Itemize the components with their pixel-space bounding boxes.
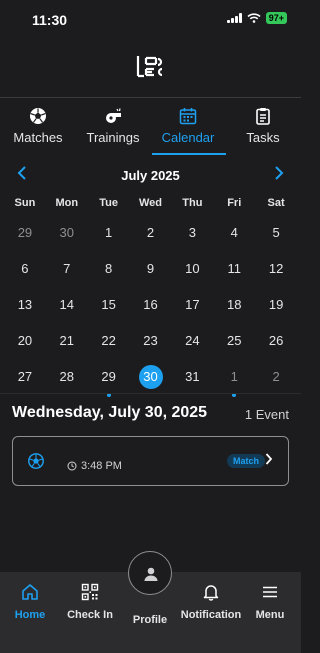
calendar-day[interactable]: 29: [4, 220, 46, 256]
calendar-day[interactable]: 9: [130, 256, 172, 292]
calendar-day[interactable]: 14: [46, 292, 88, 328]
tab-calendar-label: Calendar: [161, 130, 215, 145]
calendar-day[interactable]: 17: [171, 292, 213, 328]
whistle-icon: [106, 108, 121, 123]
calendar-day[interactable]: 31: [171, 364, 213, 400]
nav-profile-label: Profile: [132, 614, 168, 626]
nav-check-in-label: Check In: [67, 609, 113, 621]
status-time: 11:30: [32, 12, 68, 28]
nav-home-label: Home: [14, 609, 46, 621]
calendar-day[interactable]: 18: [213, 292, 255, 328]
event-count: 1 Event: [244, 407, 289, 422]
tab-matches[interactable]: Matches: [8, 106, 68, 145]
calendar-week: 27 28 29 30 31 1 2: [4, 364, 297, 400]
clipboard-icon: [256, 108, 270, 125]
tab-bar: Matches Trainings Calendar Tasks: [0, 106, 301, 156]
calendar-day-selected[interactable]: 30: [130, 364, 172, 400]
calendar-icon: [179, 108, 197, 125]
weekday-label: Thu: [182, 197, 203, 209]
calendar-day[interactable]: 2: [255, 364, 297, 400]
chevron-right-icon: [265, 452, 273, 469]
nav-menu[interactable]: Menu: [240, 582, 300, 621]
calendar-day[interactable]: 25: [213, 328, 255, 364]
clock-icon: [67, 461, 77, 471]
bell-icon: [203, 585, 219, 601]
wifi-icon: [247, 13, 261, 23]
calendar-day[interactable]: 23: [130, 328, 172, 364]
nav-notification[interactable]: Notification: [180, 582, 242, 621]
next-month-button[interactable]: [274, 166, 284, 185]
weekday-label: Fri: [227, 197, 242, 209]
active-tab-indicator: [152, 153, 226, 155]
nav-profile[interactable]: Profile: [120, 607, 180, 626]
calendar-day[interactable]: 24: [171, 328, 213, 364]
header-divider: [0, 97, 301, 98]
battery-indicator: 97+: [265, 12, 287, 24]
event-card[interactable]: 3:48 PM Match: [12, 436, 289, 486]
calendar-day[interactable]: 26: [255, 328, 297, 364]
calendar-day[interactable]: 10: [171, 256, 213, 292]
calendar-day[interactable]: 7: [46, 256, 88, 292]
calendar-week: 29 30 1 2 3 4 5: [4, 220, 297, 256]
status-bar: 11:30 97+: [0, 0, 301, 40]
calendar-week: 13 14 15 16 17 18 19: [4, 292, 297, 328]
calendar-day[interactable]: 30: [46, 220, 88, 256]
soccer-ball-icon: [30, 108, 46, 124]
profile-button[interactable]: [128, 551, 172, 595]
weekday-label: Sat: [267, 197, 285, 209]
calendar-day[interactable]: 1: [88, 220, 130, 256]
calendar-week: 6 7 8 9 10 11 12: [4, 256, 297, 292]
calendar-day[interactable]: 2: [130, 220, 172, 256]
tab-calendar[interactable]: Calendar: [157, 106, 219, 145]
calendar-day[interactable]: 22: [88, 328, 130, 364]
section-divider: [0, 393, 301, 394]
calendar-day[interactable]: 12: [255, 256, 297, 292]
hamburger-menu-icon: [263, 586, 277, 598]
calendar-day[interactable]: 27: [4, 364, 46, 400]
home-icon: [22, 584, 38, 600]
person-icon: [144, 567, 158, 581]
nav-notification-label: Notification: [180, 609, 242, 621]
nav-check-in[interactable]: Check In: [60, 582, 120, 621]
weekday-label: Wed: [138, 197, 163, 209]
calendar-day[interactable]: 4: [213, 220, 255, 256]
event-time: 3:48 PM: [81, 460, 122, 472]
nav-home[interactable]: Home: [0, 582, 60, 621]
calendar-day[interactable]: 8: [88, 256, 130, 292]
calendar-day[interactable]: 3: [171, 220, 213, 256]
calendar-day[interactable]: 28: [46, 364, 88, 400]
weekday-label: Mon: [55, 197, 79, 209]
calendar-day[interactable]: 19: [255, 292, 297, 328]
tab-trainings-label: Trainings: [86, 130, 140, 145]
calendar-grid: 29 30 1 2 3 4 5 6 7 8 9 10 11 12 13 14 1…: [4, 220, 297, 400]
weekday-header-row: Sun Mon Tue Wed Thu Fri Sat: [4, 197, 297, 209]
weekday-label: Sun: [14, 197, 36, 209]
calendar-day[interactable]: 5: [255, 220, 297, 256]
soccer-ball-icon: [28, 453, 44, 469]
month-title: July 2025: [121, 168, 180, 183]
selected-day-title: Wednesday, July 30, 2025: [12, 404, 208, 421]
signal-icon: [226, 13, 242, 23]
event-type-badge: Match: [227, 454, 266, 468]
calendar-day[interactable]: 29: [88, 364, 130, 400]
tab-tasks-label: Tasks: [246, 130, 280, 145]
tab-trainings[interactable]: Trainings: [82, 106, 144, 145]
calendar-day[interactable]: 21: [46, 328, 88, 364]
qr-code-icon: [81, 583, 99, 601]
nav-menu-label: Menu: [255, 609, 285, 621]
calendar-day[interactable]: 15: [88, 292, 130, 328]
calendar-day[interactable]: 6: [4, 256, 46, 292]
calendar-day[interactable]: 20: [4, 328, 46, 364]
calendar-day[interactable]: 1: [213, 364, 255, 400]
calendar-day[interactable]: 13: [4, 292, 46, 328]
calendar-day[interactable]: 16: [130, 292, 172, 328]
calendar-day[interactable]: 11: [213, 256, 255, 292]
chevron-right-icon: [275, 166, 284, 180]
calendar-week: 20 21 22 23 24 25 26: [4, 328, 297, 364]
club-logo: [136, 56, 163, 78]
weekday-label: Tue: [99, 197, 119, 209]
tab-matches-label: Matches: [13, 130, 63, 145]
tab-tasks[interactable]: Tasks: [238, 106, 288, 145]
month-navigation: July 2025: [0, 166, 301, 186]
